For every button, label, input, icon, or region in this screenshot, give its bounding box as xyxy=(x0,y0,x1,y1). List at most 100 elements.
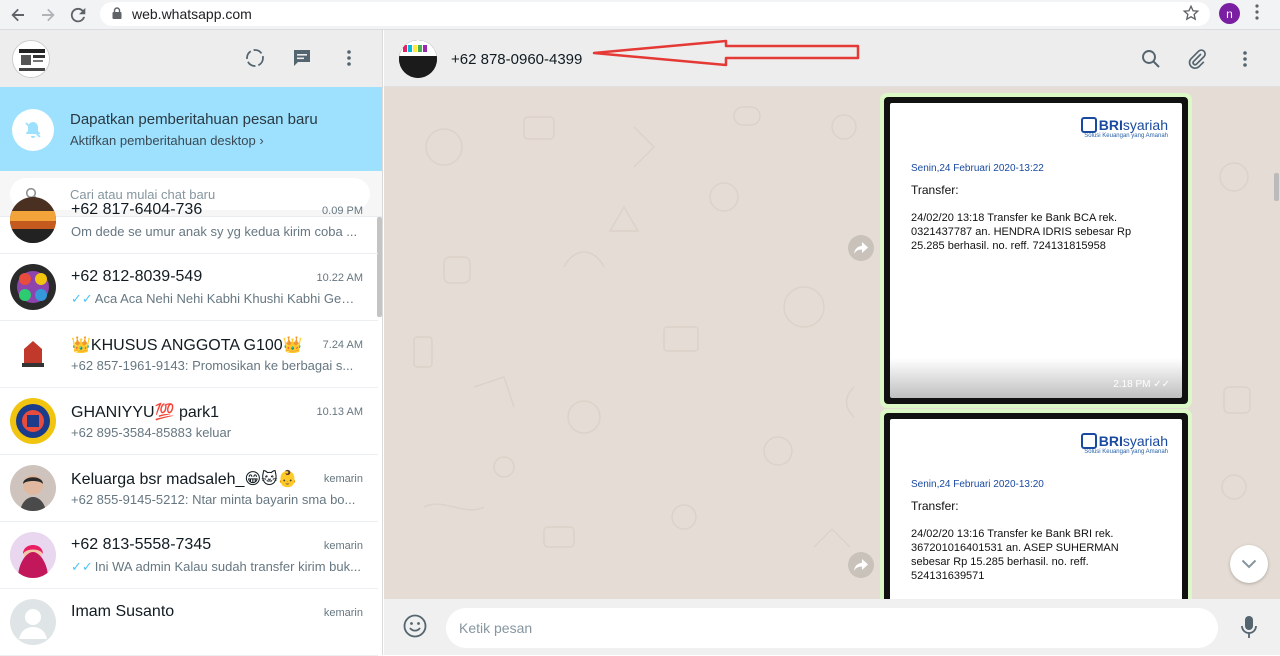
chat-avatar xyxy=(10,599,56,645)
chat-item[interactable]: Keluarga bsr madsaleh_😁🐱👶 kemarin +62 85… xyxy=(0,455,378,522)
bri-logo-icon xyxy=(1080,433,1097,449)
bri-syariah-logo: BRI syariah Solusi Keuangan yang Amanah xyxy=(1080,433,1168,455)
chat-time: 7.24 AM xyxy=(322,339,363,351)
chat-time: kemarin xyxy=(323,540,363,552)
message-time: 2.18 PM ✓✓ xyxy=(1113,379,1170,390)
chat-name: 👑KHUSUS ANGGOTA G100👑 xyxy=(71,337,303,354)
url-text: web.whatsapp.com xyxy=(132,6,252,22)
chat-item[interactable]: GHANIYYU💯 park1 10.13 AM +62 895-3584-85… xyxy=(0,388,378,455)
chat-last-message: ✓✓ Ini WA admin Kalau sudah transfer kiri… xyxy=(71,559,361,575)
forward-icon[interactable] xyxy=(36,3,60,27)
browser-toolbar: web.whatsapp.com n xyxy=(0,0,1280,30)
my-avatar[interactable] xyxy=(12,40,50,78)
lock-icon xyxy=(112,6,122,22)
message-input[interactable] xyxy=(446,608,1218,648)
image-frame: BRI syariah Solusi Keuangan yang Amanah S… xyxy=(884,413,1188,599)
chat-item[interactable]: Imam Susanto kemarin xyxy=(0,589,378,656)
chat-avatar xyxy=(10,264,56,310)
microphone-icon[interactable] xyxy=(1240,615,1258,644)
message-preview: +62 855-9145-5212: Ntar minta bayarin sm… xyxy=(71,492,356,507)
chat-time: 0.09 PM xyxy=(322,205,363,217)
receipt-date: Senin,24 Februari 2020-13:22 xyxy=(911,163,1044,174)
chat-avatar xyxy=(10,331,56,377)
chat-avatar xyxy=(10,532,56,578)
message-scrollbar[interactable] xyxy=(1274,173,1279,201)
chat-item[interactable]: 👑KHUSUS ANGGOTA G100👑 7.24 AM +62 857-19… xyxy=(0,321,378,388)
chat-name: GHANIYYU💯 park1 xyxy=(71,404,219,421)
bookmark-star-icon[interactable] xyxy=(1182,4,1200,27)
chat-last-message: +62 895-3584-85883 keluar xyxy=(71,425,361,440)
receipt-date: Senin,24 Februari 2020-13:20 xyxy=(911,479,1044,490)
chat-time: 10.22 AM xyxy=(316,272,363,284)
conversation-menu-icon[interactable] xyxy=(1234,48,1256,70)
chat-avatar xyxy=(10,398,56,444)
message-preview: +62 857-1961-9143: Promosikan ke berbaga… xyxy=(71,358,354,373)
contact-avatar[interactable] xyxy=(399,40,437,78)
chat-time: 10.13 AM xyxy=(316,406,363,418)
bri-logo-icon xyxy=(1080,117,1097,133)
receipt-body: 24/02/20 13:18 Transfer ke Bank BCA rek.… xyxy=(911,212,1132,252)
brand-suffix: syariah xyxy=(1122,117,1168,133)
chat-last-message: +62 855-9145-5212: Ntar minta bayarin sm… xyxy=(71,492,361,507)
menu-icon[interactable] xyxy=(338,47,360,69)
enable-desktop-notifications-link[interactable]: Aktifkan pemberitahuan desktop › xyxy=(70,133,264,148)
message-preview: Om dede se umur anak sy yg kedua kirim c… xyxy=(71,224,358,239)
chat-name: +62 812-8039-549 xyxy=(71,268,203,285)
profile-avatar[interactable]: n xyxy=(1219,3,1240,24)
image-message[interactable]: BRI syariah Solusi Keuangan yang Amanah S… xyxy=(880,409,1192,599)
chat-avatar xyxy=(10,197,56,243)
double-check-icon: ✓✓ xyxy=(71,291,93,306)
chat-name: +62 817-6404-736 xyxy=(71,201,203,218)
chat-name: Imam Susanto xyxy=(71,603,175,620)
brand-tagline: Solusi Keuangan yang Amanah xyxy=(1084,133,1168,139)
image-message[interactable]: BRI syariah Solusi Keuangan yang Amanah S… xyxy=(880,93,1192,408)
reload-icon[interactable] xyxy=(66,3,90,27)
brand-tagline: Solusi Keuangan yang Amanah xyxy=(1084,449,1168,455)
attach-icon[interactable] xyxy=(1186,48,1208,70)
receipt-image: BRI syariah Solusi Keuangan yang Amanah S… xyxy=(890,103,1182,398)
brand-name: BRI xyxy=(1098,117,1123,133)
double-check-icon: ✓✓ xyxy=(71,559,93,574)
receipt-body: 24/02/20 13:16 Transfer ke Bank BRI rek.… xyxy=(911,528,1119,582)
forward-message-icon[interactable] xyxy=(848,235,874,261)
image-shade xyxy=(890,358,1182,398)
bri-syariah-logo: BRI syariah Solusi Keuangan yang Amanah xyxy=(1080,117,1168,139)
address-bar[interactable]: web.whatsapp.com xyxy=(100,2,1210,26)
scroll-to-bottom-button[interactable] xyxy=(1230,545,1268,583)
browser-menu-icon[interactable] xyxy=(1255,4,1259,25)
status-icon[interactable] xyxy=(244,47,266,69)
receipt-label: Transfer: xyxy=(911,499,959,513)
left-header xyxy=(0,30,382,87)
contact-name[interactable]: +62 878-0960-4399 xyxy=(451,51,582,68)
message-preview: Ini WA admin Kalau sudah transfer kirim … xyxy=(94,559,361,574)
back-icon[interactable] xyxy=(6,3,30,27)
chat-name: Keluarga bsr madsaleh_😁🐱👶 xyxy=(71,471,298,488)
forward-message-icon[interactable] xyxy=(848,552,874,578)
compose-bar xyxy=(384,599,1280,655)
chat-last-message: ✓✓ Aca Aca Nehi Nehi Kabhi Khushi Kabhi G… xyxy=(71,291,361,307)
brand-name: BRI xyxy=(1098,433,1123,449)
chat-item[interactable]: +62 812-8039-549 10.22 AM ✓✓ Aca Aca Nehi… xyxy=(0,254,378,321)
receipt-label: Transfer: xyxy=(911,183,959,197)
search-messages-icon[interactable] xyxy=(1140,48,1162,70)
message-preview: Aca Aca Nehi Nehi Kabhi Khushi Kabhi Gem… xyxy=(94,291,361,306)
image-frame: BRI syariah Solusi Keuangan yang Amanah S… xyxy=(884,97,1188,404)
message-area: BRI syariah Solusi Keuangan yang Amanah S… xyxy=(384,87,1280,599)
bell-off-icon xyxy=(12,109,54,151)
emoji-icon[interactable] xyxy=(402,613,428,644)
notification-banner[interactable]: Dapatkan pemberitahuan pesan baru Aktifk… xyxy=(0,87,382,171)
chat-time: kemarin xyxy=(323,473,363,485)
chat-name: +62 813-5558-7345 xyxy=(71,536,212,553)
chat-item[interactable]: +62 817-6404-736 0.09 PM Om dede se umur… xyxy=(0,187,378,254)
message-preview: +62 895-3584-85883 keluar xyxy=(71,425,232,440)
new-chat-icon[interactable] xyxy=(291,47,313,69)
brand-suffix: syariah xyxy=(1122,433,1168,449)
chat-last-message: Om dede se umur anak sy yg kedua kirim c… xyxy=(71,224,361,239)
chat-list: +62 817-6404-736 0.09 PM Om dede se umur… xyxy=(0,187,378,656)
chevron-down-icon xyxy=(1241,559,1257,569)
chat-avatar xyxy=(10,465,56,511)
chat-item[interactable]: +62 813-5558-7345 kemarin ✓✓ Ini WA admin… xyxy=(0,522,378,589)
annotation-arrow xyxy=(592,39,860,67)
notification-title: Dapatkan pemberitahuan pesan baru xyxy=(70,111,318,128)
receipt-image: BRI syariah Solusi Keuangan yang Amanah S… xyxy=(890,419,1182,599)
